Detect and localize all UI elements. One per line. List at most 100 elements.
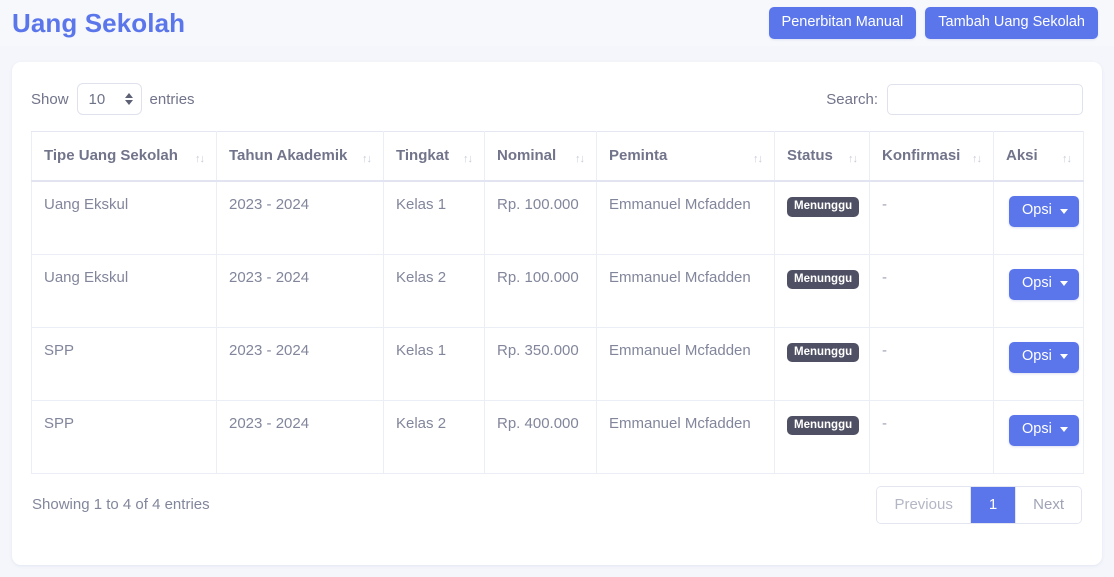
opsi-dropdown-button[interactable]: Opsi [1009, 268, 1079, 300]
opsi-label: Opsi [1022, 274, 1052, 291]
cell-tipe-uang-sekolah: Uang Ekskul [31, 180, 217, 255]
cell-aksi: Opsi [993, 399, 1084, 474]
opsi-label: Opsi [1022, 347, 1052, 364]
cell-tahun-akademik: 2023 - 2024 [216, 399, 384, 474]
cell-status: Menunggu [774, 326, 870, 401]
column-header-label: Peminta [609, 147, 668, 164]
cell-tipe-uang-sekolah: Uang Ekskul [31, 253, 217, 328]
sort-arrows-icon[interactable]: ↑↓ [362, 153, 372, 167]
entries-label: entries [149, 90, 195, 108]
column-header-nominal[interactable]: Nominal ↑↓ [484, 131, 597, 183]
page-title: Uang Sekolah [12, 8, 186, 38]
status-badge: Menunggu [787, 342, 860, 363]
cell-tingkat: Kelas 2 [383, 253, 485, 328]
column-header-label: Aksi [1006, 147, 1038, 164]
sort-arrows-icon[interactable]: ↑↓ [753, 153, 763, 167]
status-badge: Menunggu [787, 415, 860, 436]
sort-arrows-icon[interactable]: ↑↓ [575, 153, 585, 167]
table-footer: Showing 1 to 4 of 4 entries Previous 1 N… [31, 474, 1083, 536]
column-header-status[interactable]: Status ↑↓ [774, 131, 870, 183]
column-header-peminta[interactable]: Peminta ↑↓ [596, 131, 775, 183]
sort-arrows-icon[interactable]: ↑↓ [1062, 153, 1072, 167]
caret-down-icon [1059, 208, 1068, 214]
konfirmasi-value: - [882, 414, 887, 432]
cell-peminta: Emmanuel Mcfadden [596, 326, 775, 401]
cell-nominal: Rp. 100.000 [484, 180, 597, 255]
entries-length-control: Show 102550100 entries [31, 83, 195, 115]
opsi-label: Opsi [1022, 420, 1052, 437]
cell-tahun-akademik: 2023 - 2024 [216, 253, 384, 328]
cell-tingkat: Kelas 1 [383, 180, 485, 255]
table-row: Uang Ekskul 2023 - 2024 Kelas 2 Rp. 100.000… [31, 253, 1084, 328]
tambah-uang-sekolah-button[interactable]: Tambah Uang Sekolah [925, 7, 1098, 39]
caret-down-icon [1059, 354, 1068, 360]
table-row: Uang Ekskul 2023 - 2024 Kelas 1 Rp. 100.000… [31, 180, 1084, 255]
sort-arrows-icon[interactable]: ↑↓ [848, 153, 858, 167]
pagination-next-button[interactable]: Next [1016, 486, 1081, 523]
konfirmasi-value: - [882, 196, 887, 214]
search-input[interactable] [887, 83, 1083, 115]
table-row: SPP 2023 - 2024 Kelas 1 Rp. 350.000 Emmanuel… [31, 326, 1084, 401]
cell-tipe-uang-sekolah: SPP [31, 399, 217, 474]
showing-entries-info: Showing 1 to 4 of 4 entries [32, 496, 210, 514]
search-label: Search: [826, 90, 878, 108]
column-header-tingkat[interactable]: Tingkat ↑↓ [383, 131, 485, 183]
cell-konfirmasi: - [869, 180, 994, 255]
header-actions: Penerbitan Manual Tambah Uang Sekolah [768, 7, 1098, 39]
column-header-label: Nominal [497, 147, 557, 164]
status-badge: Menunggu [787, 269, 860, 290]
cell-tipe-uang-sekolah: SPP [31, 326, 217, 401]
sort-arrows-icon[interactable]: ↑↓ [972, 153, 982, 167]
opsi-label: Opsi [1022, 202, 1052, 219]
penerbitan-manual-button[interactable]: Penerbitan Manual [768, 7, 917, 39]
cell-konfirmasi: - [869, 253, 994, 328]
table-controls: Show 102550100 entries Search: [31, 80, 1083, 118]
column-header-konfirmasi[interactable]: Konfirmasi ↑↓ [869, 131, 994, 183]
opsi-dropdown-button[interactable]: Opsi [1009, 341, 1079, 373]
pagination: Previous 1 Next [876, 485, 1082, 524]
cell-aksi: Opsi [993, 253, 1084, 328]
entries-select[interactable]: 102550100 [76, 83, 142, 115]
cell-peminta: Emmanuel Mcfadden [596, 253, 775, 328]
show-label: Show [31, 90, 69, 108]
cell-status: Menunggu [774, 399, 870, 474]
opsi-dropdown-button[interactable]: Opsi [1009, 196, 1079, 228]
pagination-page-1-button[interactable]: 1 [970, 486, 1017, 523]
cell-nominal: Rp. 400.000 [484, 399, 597, 474]
table-head: Tipe Uang Sekolah ↑↓ Tahun Akademik ↑↓ T… [31, 131, 1084, 183]
cell-tahun-akademik: 2023 - 2024 [216, 326, 384, 401]
column-header-label: Tipe Uang Sekolah [44, 147, 178, 164]
opsi-dropdown-button[interactable]: Opsi [1009, 414, 1079, 446]
sort-arrows-icon[interactable]: ↑↓ [463, 153, 473, 167]
uang-sekolah-table: Tipe Uang Sekolah ↑↓ Tahun Akademik ↑↓ T… [31, 131, 1084, 474]
cell-tahun-akademik: 2023 - 2024 [216, 180, 384, 255]
uang-sekolah-card: Show 102550100 entries Search: [12, 62, 1102, 565]
entries-select-wrapper: 102550100 [76, 83, 142, 115]
cell-status: Menunggu [774, 253, 870, 328]
konfirmasi-value: - [882, 341, 887, 359]
search-control: Search: [826, 83, 1083, 115]
column-header-tipe-uang-sekolah[interactable]: Tipe Uang Sekolah ↑↓ [31, 131, 217, 183]
table-header-row: Tipe Uang Sekolah ↑↓ Tahun Akademik ↑↓ T… [31, 131, 1084, 183]
sort-arrows-icon[interactable]: ↑↓ [195, 153, 205, 167]
cell-peminta: Emmanuel Mcfadden [596, 399, 775, 474]
cell-status: Menunggu [774, 180, 870, 255]
konfirmasi-value: - [882, 268, 887, 286]
table-row: SPP 2023 - 2024 Kelas 2 Rp. 400.000 Emmanuel… [31, 399, 1084, 474]
cell-peminta: Emmanuel Mcfadden [596, 180, 775, 255]
cell-aksi: Opsi [993, 180, 1084, 255]
cell-konfirmasi: - [869, 399, 994, 474]
column-header-aksi[interactable]: Aksi ↑↓ [993, 131, 1084, 183]
pagination-previous-button[interactable]: Previous [877, 486, 971, 523]
cell-tingkat: Kelas 1 [383, 326, 485, 401]
page-header: Uang Sekolah Penerbitan Manual Tambah Ua… [0, 0, 1114, 46]
column-header-tahun-akademik[interactable]: Tahun Akademik ↑↓ [216, 131, 384, 183]
caret-down-icon [1059, 281, 1068, 287]
cell-nominal: Rp. 350.000 [484, 326, 597, 401]
caret-down-icon [1059, 427, 1068, 433]
cell-tingkat: Kelas 2 [383, 399, 485, 474]
cell-nominal: Rp. 100.000 [484, 253, 597, 328]
status-badge: Menunggu [787, 197, 860, 217]
table-body: Uang Ekskul 2023 - 2024 Kelas 1 Rp. 100.000… [31, 180, 1084, 474]
cell-aksi: Opsi [993, 326, 1084, 401]
